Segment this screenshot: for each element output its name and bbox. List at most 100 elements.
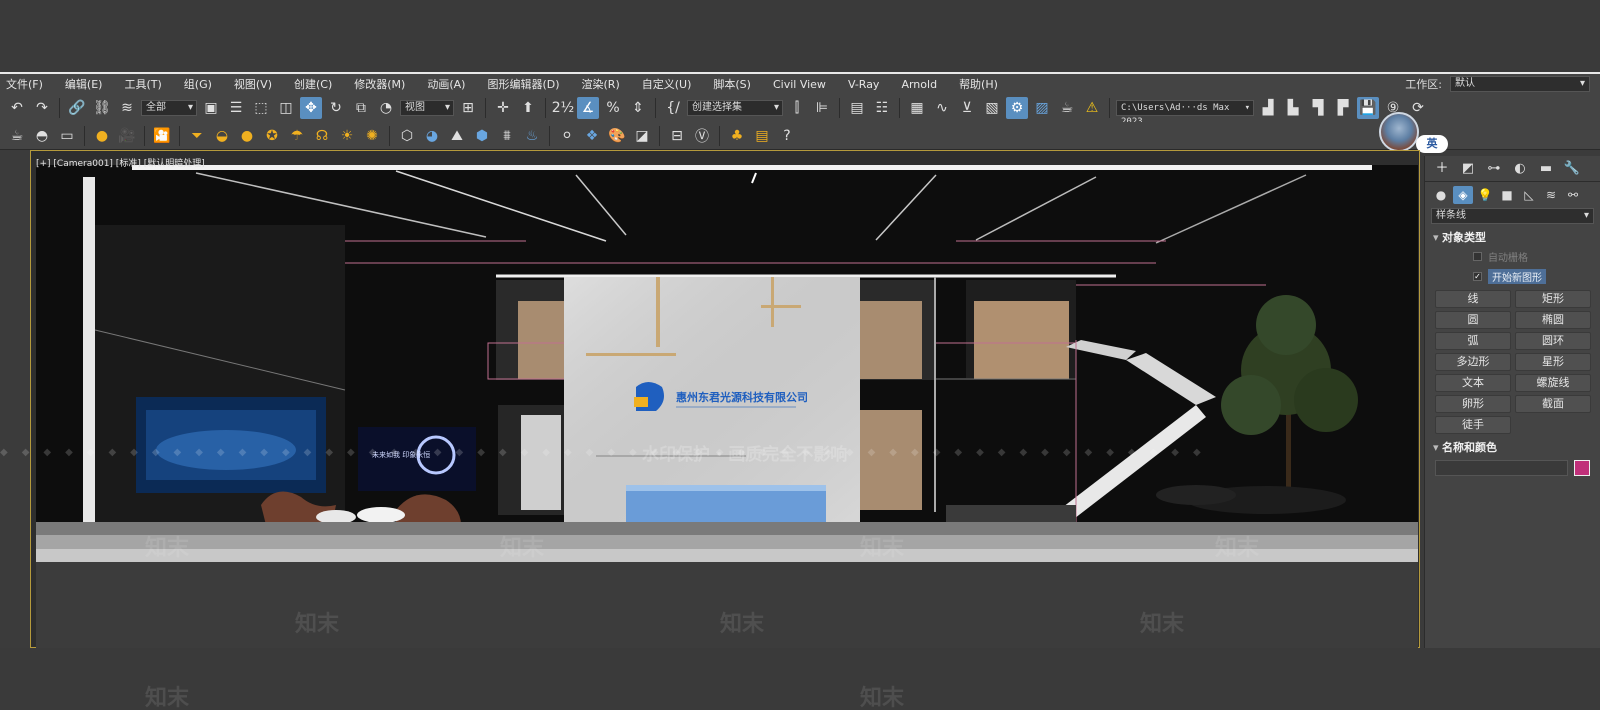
select-object-icon[interactable]: ▣ xyxy=(200,97,222,119)
menu-item-6[interactable]: 修改器(M) xyxy=(354,76,405,92)
selection-filter-dropdown[interactable]: 全部 xyxy=(141,100,197,116)
vray-light-icon[interactable]: ● xyxy=(91,125,113,147)
render-production-icon[interactable]: ☕ xyxy=(1056,97,1078,119)
scale-icon[interactable]: ⧉ xyxy=(350,97,372,119)
move-icon[interactable]: ✥ xyxy=(300,97,322,119)
display-tab-icon[interactable]: ▬ xyxy=(1535,160,1557,178)
named-selection-dropdown[interactable]: 创建选择集 xyxy=(687,100,783,116)
helpers-icon[interactable]: ◺ xyxy=(1519,186,1539,204)
percent-snap-icon[interactable]: % xyxy=(602,97,624,119)
mesh-light-icon[interactable]: ✪ xyxy=(261,125,283,147)
object-color-swatch[interactable] xyxy=(1574,460,1590,476)
material-lib-icon[interactable]: ❖ xyxy=(581,125,603,147)
utilities-tab-icon[interactable]: 🔧 xyxy=(1561,160,1583,178)
toggle-ribbon-icon[interactable]: ▦ xyxy=(906,97,928,119)
use-pivot-icon[interactable]: ⊞ xyxy=(457,97,479,119)
modify-tab-icon[interactable]: ◩ xyxy=(1457,160,1479,178)
shape-button-ellipse[interactable]: 椭圆 xyxy=(1515,311,1591,329)
angle-snap-icon[interactable]: ∡ xyxy=(577,97,599,119)
schematic-view-icon[interactable]: ⊻ xyxy=(956,97,978,119)
project-folder-icon[interactable]: ▟ xyxy=(1257,97,1279,119)
dome-light-icon[interactable]: ◒ xyxy=(211,125,233,147)
menu-item-3[interactable]: 组(G) xyxy=(184,76,212,92)
shape-button-freehand[interactable]: 徒手 xyxy=(1435,416,1511,434)
project-path-dropdown[interactable]: C:\Users\Ad···ds Max 2023 xyxy=(1116,100,1254,127)
systems-icon[interactable]: ⚯ xyxy=(1563,186,1583,204)
shapes-icon[interactable]: ◈ xyxy=(1453,186,1473,204)
shape-button-star[interactable]: 星形 xyxy=(1515,353,1591,371)
vray-logo-icon[interactable]: Ⓥ xyxy=(691,125,713,147)
unlink-icon[interactable]: ⛓ xyxy=(91,97,113,119)
scene-explorer-icon[interactable]: ▤ xyxy=(846,97,868,119)
sphere-light-icon[interactable]: ● xyxy=(236,125,258,147)
vray-fire-icon[interactable]: ♨ xyxy=(521,125,543,147)
teapot-icon[interactable]: ☕ xyxy=(6,125,28,147)
create-tab-icon[interactable]: ＋ xyxy=(1431,160,1453,178)
shape-category-dropdown[interactable]: 样条线 xyxy=(1431,208,1594,224)
menu-item-5[interactable]: 创建(C) xyxy=(294,76,332,92)
object-type-header[interactable]: 对象类型 xyxy=(1431,230,1594,246)
edit-named-sets-icon[interactable]: {/ xyxy=(662,97,684,119)
ref-coord-dropdown[interactable]: 视图 xyxy=(400,100,454,116)
link-icon[interactable]: 🔗 xyxy=(66,97,88,119)
rect-region-icon[interactable]: ⬚ xyxy=(250,97,272,119)
lights-icon[interactable]: 💡 xyxy=(1475,186,1495,204)
shape-button-egg[interactable]: 卵形 xyxy=(1435,395,1511,413)
geometry-icon[interactable]: ● xyxy=(1431,186,1451,204)
user-avatar[interactable] xyxy=(1379,112,1419,152)
start-new-shape-checkbox[interactable]: ✓ xyxy=(1473,271,1482,281)
menu-item-7[interactable]: 动画(A) xyxy=(427,76,465,92)
bind-space-warp-icon[interactable]: ≋ xyxy=(116,97,138,119)
select-manipulate-icon-2[interactable]: ⬆ xyxy=(517,97,539,119)
project-save-icon[interactable]: ▛ xyxy=(1332,97,1354,119)
list-icon[interactable]: ▤ xyxy=(751,125,773,147)
proxy-icon[interactable]: ⬡ xyxy=(396,125,418,147)
menu-item-4[interactable]: 视图(V) xyxy=(234,76,272,92)
sun-light-icon[interactable]: ✺ xyxy=(361,125,383,147)
shape-button-rectangle[interactable]: 矩形 xyxy=(1515,290,1591,308)
project-open-icon[interactable]: ▜ xyxy=(1307,97,1329,119)
undo-icon[interactable]: ↶ xyxy=(6,97,28,119)
menu-item-0[interactable]: 文件(F) xyxy=(6,76,43,92)
set-project-icon[interactable]: ▙ xyxy=(1282,97,1304,119)
menu-item-14[interactable]: Arnold xyxy=(901,78,937,91)
sun-icon[interactable]: ☀ xyxy=(336,125,358,147)
snap-toggle-icon[interactable]: 2½ xyxy=(552,97,574,119)
warning-icon[interactable]: ⚠ xyxy=(1081,97,1103,119)
swatch-icon[interactable]: ◪ xyxy=(631,125,653,147)
select-manipulate-icon[interactable]: ✛ xyxy=(492,97,514,119)
menu-item-15[interactable]: 帮助(H) xyxy=(959,76,998,92)
cameras-icon[interactable]: ■ xyxy=(1497,186,1517,204)
render-icon[interactable]: ◓ xyxy=(31,125,53,147)
align-icon[interactable]: ⊫ xyxy=(811,97,833,119)
menu-item-9[interactable]: 渲染(R) xyxy=(582,76,620,92)
shape-button-line[interactable]: 线 xyxy=(1435,290,1511,308)
menu-item-1[interactable]: 编辑(E) xyxy=(65,76,103,92)
menu-item-11[interactable]: 脚本(S) xyxy=(713,76,751,92)
vray-camera-icon[interactable]: 🎥 xyxy=(116,125,138,147)
mirror-icon[interactable]: ⫿ xyxy=(786,97,808,119)
frame-buffer-icon[interactable]: ▭ xyxy=(56,125,78,147)
shape-button-circle[interactable]: 圆 xyxy=(1435,311,1511,329)
ambient-light-icon[interactable]: ☊ xyxy=(311,125,333,147)
shape-button-helix[interactable]: 螺旋线 xyxy=(1515,374,1591,392)
shape-button-ngon[interactable]: 多边形 xyxy=(1435,353,1511,371)
material-editor-icon[interactable]: ▧ xyxy=(981,97,1003,119)
layer-explorer-icon[interactable]: ☷ xyxy=(871,97,893,119)
curve-editor-icon[interactable]: ∿ xyxy=(931,97,953,119)
vray-clipper-icon[interactable]: ⬢ xyxy=(471,125,493,147)
object-name-field[interactable] xyxy=(1435,460,1569,476)
select-by-name-icon[interactable]: ☰ xyxy=(225,97,247,119)
render-setup-icon[interactable]: ⚙ xyxy=(1006,97,1028,119)
space-warps-icon[interactable]: ≋ xyxy=(1541,186,1561,204)
place-icon[interactable]: ◔ xyxy=(375,97,397,119)
scene-converter-icon[interactable]: ⊟ xyxy=(666,125,688,147)
viewport-label[interactable]: [+] [Camera001] [标准] [默认明暗处理] xyxy=(36,156,205,169)
shape-button-text[interactable]: 文本 xyxy=(1435,374,1511,392)
vray-fur-icon[interactable]: ⩩ xyxy=(496,125,518,147)
plane-light-icon[interactable]: ⏷ xyxy=(186,125,208,147)
menu-item-10[interactable]: 自定义(U) xyxy=(642,76,692,92)
rendered-frame-icon[interactable]: ▨ xyxy=(1031,97,1053,119)
shape-button-section[interactable]: 截面 xyxy=(1515,395,1591,413)
spinner-snap-icon[interactable]: ⇕ xyxy=(627,97,649,119)
